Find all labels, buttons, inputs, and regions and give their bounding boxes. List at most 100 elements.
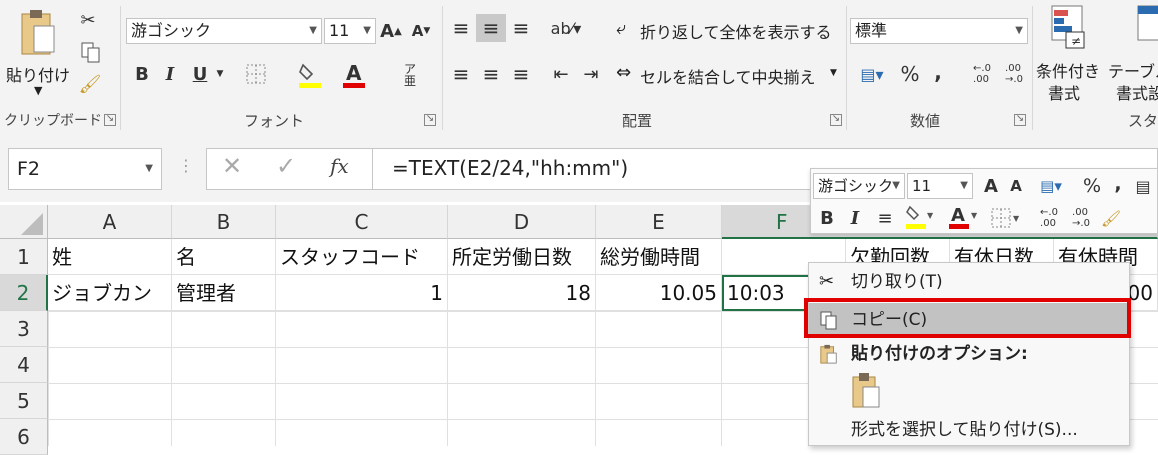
row-header-2[interactable]: 2 bbox=[0, 275, 48, 311]
column-header-b[interactable]: B bbox=[172, 205, 276, 239]
chevron-down-icon[interactable]: ▼ bbox=[214, 66, 226, 82]
copy-button[interactable] bbox=[76, 38, 106, 66]
cell-d2[interactable]: 18 bbox=[448, 275, 596, 311]
increase-font-size-icon[interactable]: A ▲ bbox=[378, 16, 404, 46]
mini-align-center-icon[interactable]: ≡ bbox=[873, 205, 897, 231]
cell-d1[interactable]: 所定労働日数 bbox=[448, 239, 596, 275]
chevron-down-icon: ▼ bbox=[34, 84, 43, 97]
percent-style-button[interactable]: % bbox=[898, 60, 922, 88]
orientation-button[interactable]: ab⁄▾ bbox=[548, 14, 584, 42]
insert-function-icon[interactable]: fx bbox=[330, 154, 349, 178]
cell-b2[interactable]: 管理者 bbox=[172, 275, 276, 311]
paste-button[interactable]: 貼り付け ▼ bbox=[6, 8, 72, 104]
select-all-triangle-icon bbox=[21, 213, 43, 235]
clipboard-launcher-icon[interactable]: ↘ bbox=[104, 114, 116, 126]
mini-decrease-font-icon[interactable]: A bbox=[1005, 173, 1027, 199]
mini-more-icon[interactable]: ▤ bbox=[1131, 173, 1155, 199]
cancel-icon[interactable]: ✕ bbox=[222, 152, 242, 180]
font-name-dropdown[interactable]: 游ゴシック ▼ bbox=[126, 18, 322, 44]
cut-button[interactable]: ✂ bbox=[76, 6, 100, 34]
mini-accounting-icon[interactable]: ▤▾ bbox=[1031, 173, 1071, 199]
italic-button[interactable]: I bbox=[158, 60, 182, 88]
mini-percent-button[interactable]: % bbox=[1081, 173, 1103, 199]
mini-font-size-dropdown[interactable]: 11 ▼ bbox=[907, 173, 973, 199]
decrease-decimal-button[interactable]: .00 →.0 bbox=[1000, 60, 1028, 88]
mini-italic-button[interactable]: I bbox=[845, 205, 865, 231]
cell-c2[interactable]: 1 bbox=[276, 275, 448, 311]
cell-b1[interactable]: 名 bbox=[172, 239, 276, 275]
font-size-dropdown[interactable]: 11 ▼ bbox=[324, 18, 376, 44]
fill-color-button[interactable] bbox=[296, 60, 324, 90]
name-box-value: F2 bbox=[17, 158, 41, 180]
merge-cells-icon: ⇔ bbox=[616, 62, 632, 83]
mini-increase-font-icon[interactable]: A bbox=[979, 173, 1003, 199]
align-left-button[interactable]: ≡ bbox=[448, 60, 474, 88]
column-header-d[interactable]: D bbox=[448, 205, 596, 239]
menu-item-paste-special[interactable]: 形式を選択して貼り付け(S)... bbox=[809, 413, 1129, 447]
chevron-down-icon: ▼ bbox=[830, 68, 837, 78]
top-align-button[interactable]: ≡ bbox=[448, 14, 474, 42]
svg-text:▼: ▼ bbox=[1013, 214, 1020, 223]
borders-icon bbox=[246, 64, 266, 84]
decrease-font-size-icon[interactable]: A ▼ bbox=[408, 16, 434, 46]
merge-center-button[interactable]: ⇔ セルを結合して中央揃え ▼ bbox=[616, 60, 844, 90]
mini-fill-color-icon[interactable]: ▼ bbox=[903, 203, 937, 231]
accounting-format-button[interactable]: ▤▾ bbox=[852, 60, 892, 88]
row-header-3[interactable]: 3 bbox=[0, 311, 48, 347]
text-orientation-icon: ab⁄▾ bbox=[550, 18, 582, 38]
bold-button[interactable]: B bbox=[130, 60, 154, 88]
number-launcher-icon[interactable]: ↘ bbox=[1014, 114, 1026, 126]
mini-borders-icon[interactable]: ▼ bbox=[989, 205, 1023, 231]
cell-e1[interactable]: 総労働時間 bbox=[596, 239, 722, 275]
alignment-group-label: 配置 bbox=[622, 112, 653, 130]
wrap-text-button[interactable]: ⤶ 折り返して全体を表示する bbox=[616, 16, 840, 46]
divider bbox=[120, 6, 121, 130]
font-color-button[interactable]: A bbox=[340, 60, 368, 90]
mini-font-color-icon[interactable]: A ▼ bbox=[947, 203, 981, 231]
select-all-corner[interactable] bbox=[0, 205, 48, 239]
styles-group-label: スタ bbox=[1128, 112, 1158, 130]
borders-button[interactable] bbox=[242, 60, 270, 88]
format-as-table-button[interactable]: テーブル 書式設 bbox=[1108, 4, 1158, 104]
divider bbox=[372, 148, 373, 190]
increase-decimal-button[interactable]: ←.0.00 bbox=[968, 60, 996, 88]
mini-comma-button[interactable]: , bbox=[1109, 171, 1127, 197]
chevron-down-icon: ▼ bbox=[309, 25, 317, 36]
cell-c1[interactable]: スタッフコード bbox=[276, 239, 448, 275]
number-format-dropdown[interactable]: 標準 ▼ bbox=[850, 18, 1028, 44]
align-right-button[interactable]: ≡ bbox=[508, 60, 534, 88]
mini-increase-decimal-icon[interactable]: ←.0.00 bbox=[1035, 205, 1063, 231]
format-painter-button[interactable]: 🖌 bbox=[76, 70, 104, 98]
column-header-c[interactable]: C bbox=[276, 205, 448, 239]
font-launcher-icon[interactable]: ↘ bbox=[424, 114, 436, 126]
name-box[interactable]: F2 ▼ bbox=[8, 148, 162, 190]
decrease-indent-button[interactable]: ⇤ bbox=[548, 60, 574, 88]
bottom-align-button[interactable]: ≡ bbox=[508, 14, 534, 42]
align-center-button[interactable]: ≡ bbox=[478, 60, 504, 88]
row-header-1[interactable]: 1 bbox=[0, 239, 48, 275]
row-header-4[interactable]: 4 bbox=[0, 347, 48, 383]
row-header-6[interactable]: 6 bbox=[0, 419, 48, 455]
middle-align-button[interactable]: ≡ bbox=[476, 14, 506, 42]
cell-a2[interactable]: ジョブカン bbox=[48, 275, 172, 311]
paste-option-button[interactable] bbox=[849, 371, 887, 411]
comma-style-button[interactable]: , bbox=[928, 58, 948, 86]
cell-a1[interactable]: 姓 bbox=[48, 239, 172, 275]
row-header-5[interactable]: 5 bbox=[0, 383, 48, 419]
enter-icon[interactable]: ✓ bbox=[276, 152, 296, 180]
phonetic-button[interactable]: ア亜 bbox=[398, 60, 422, 90]
mini-bold-button[interactable]: B bbox=[817, 205, 837, 231]
alignment-launcher-icon[interactable]: ↘ bbox=[830, 114, 842, 126]
mini-decrease-decimal-icon[interactable]: .00 →.0 bbox=[1067, 205, 1095, 231]
cell-e2[interactable]: 10.05 bbox=[596, 275, 722, 311]
conditional-formatting-button[interactable]: ≠ 条件付き 書式 bbox=[1036, 4, 1106, 104]
mini-font-name-dropdown[interactable]: 游ゴシック ▼ bbox=[813, 173, 905, 199]
menu-item-cut[interactable]: ✂ 切り取り(T) bbox=[809, 265, 1129, 299]
clipboard-icon bbox=[21, 10, 55, 55]
column-header-a[interactable]: A bbox=[48, 205, 172, 239]
underline-button[interactable]: U bbox=[188, 60, 212, 88]
column-header-e[interactable]: E bbox=[596, 205, 722, 239]
increase-indent-button[interactable]: ⇥ bbox=[578, 60, 604, 88]
mini-format-painter-icon[interactable]: 🖌 bbox=[1099, 205, 1123, 231]
clipboard-icon bbox=[820, 344, 837, 364]
